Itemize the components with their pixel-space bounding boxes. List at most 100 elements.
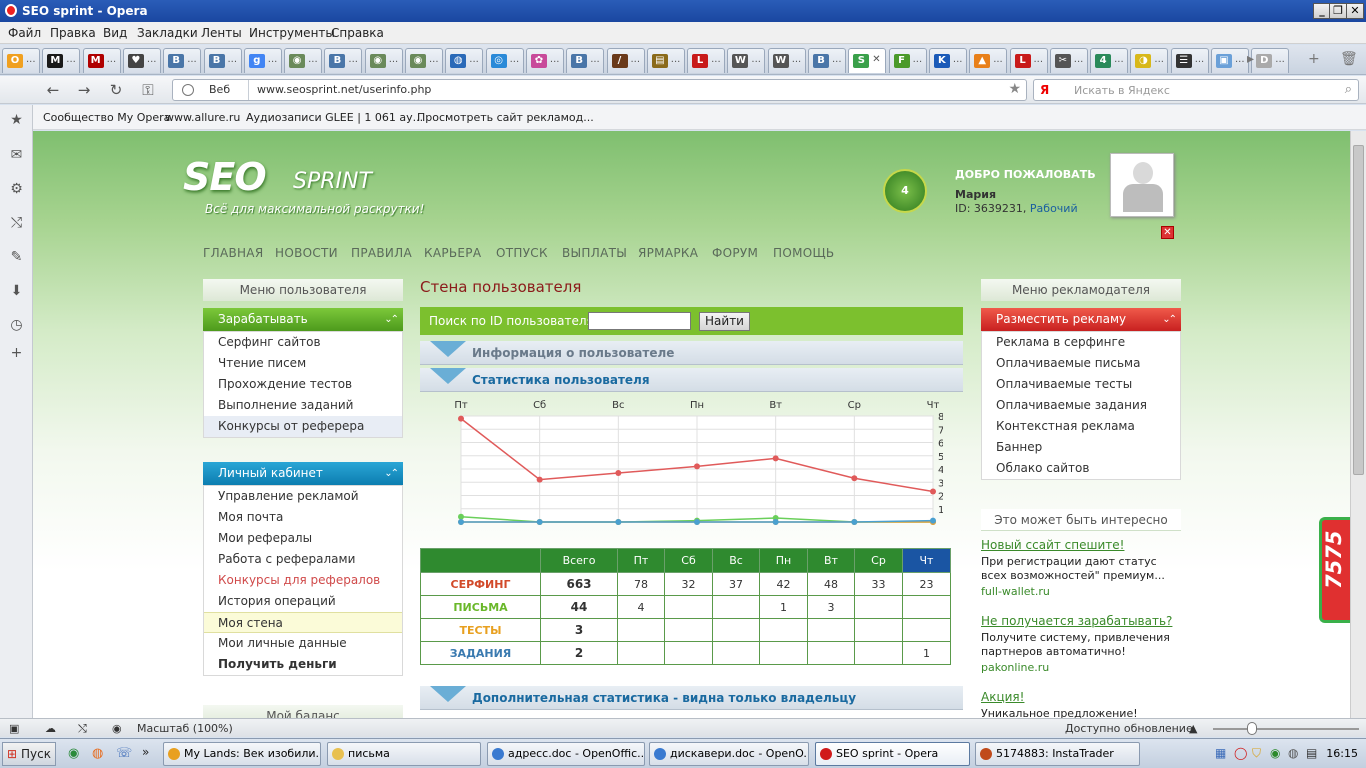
messenger-icon[interactable]: ☏ bbox=[116, 746, 132, 761]
menu-item-paid-letters[interactable]: Оплачиваемые письма bbox=[982, 353, 1180, 374]
menu-item-my-wall[interactable]: Моя стена bbox=[204, 612, 402, 633]
ad-2-link[interactable]: pakonline.ru bbox=[981, 661, 1049, 674]
taskbar-button[interactable]: My Lands: Век изобили... bbox=[163, 742, 321, 766]
mail-panel-icon[interactable]: ✉ bbox=[8, 147, 25, 164]
back-button[interactable]: ← bbox=[42, 80, 64, 100]
user-info-section[interactable]: Информация о пользователе bbox=[420, 341, 963, 365]
menu-item-paid-tasks[interactable]: Оплачиваемые задания bbox=[982, 395, 1180, 416]
search-field[interactable]: Я Искать в Яндекс ⌕ bbox=[1033, 79, 1359, 101]
maximize-button[interactable]: ❐ bbox=[1329, 3, 1347, 19]
collapse-icon[interactable]: ⌄⌃ bbox=[384, 308, 399, 331]
menu-item-referer-contests[interactable]: Конкурсы от реферера bbox=[204, 416, 402, 437]
browser-tab[interactable]: ◉... bbox=[364, 48, 403, 73]
browser-tab[interactable]: ▣... bbox=[1211, 48, 1249, 73]
close-tab-icon[interactable]: ✕ bbox=[872, 54, 880, 65]
add-panel-icon[interactable]: + bbox=[8, 345, 25, 362]
browser-tab[interactable]: B... bbox=[203, 48, 242, 73]
browser-tab[interactable]: W... bbox=[727, 48, 766, 73]
extra-stats-section[interactable]: Дополнительная статистика - видна только… bbox=[420, 686, 963, 710]
bookmark-glee-audio[interactable]: Аудиозаписи GLEE | 1 061 ау... bbox=[246, 111, 423, 124]
menu-item-personal-data[interactable]: Мои личные данные bbox=[204, 633, 402, 654]
expand-triangle-icon[interactable] bbox=[430, 368, 466, 384]
firefox-icon[interactable]: ◍ bbox=[92, 746, 103, 761]
history-panel-icon[interactable]: ◷ bbox=[8, 317, 25, 334]
scrollbar-thumb[interactable] bbox=[1353, 145, 1364, 475]
browser-tab[interactable]: ◉... bbox=[284, 48, 323, 73]
browser-tab[interactable]: M... bbox=[42, 48, 81, 73]
zoom-level[interactable]: Масштаб (100%) bbox=[137, 722, 233, 735]
nav-career[interactable]: КАРЬЕРА bbox=[424, 246, 481, 260]
expand-triangle-icon[interactable] bbox=[430, 686, 466, 702]
search-icon[interactable]: ⌕ bbox=[1345, 82, 1352, 97]
menu-item-ad-management[interactable]: Управление рекламой bbox=[204, 486, 402, 507]
cabinet-menu-header[interactable]: Личный кабинет ⌄⌃ bbox=[203, 462, 403, 485]
menu-item-referral-contests[interactable]: Конкурсы для рефералов bbox=[204, 570, 402, 591]
browser-tab[interactable]: ♥... bbox=[122, 48, 161, 73]
start-button[interactable]: ⊞ Пуск bbox=[2, 742, 56, 766]
tray-sound-icon[interactable]: ◍ bbox=[1288, 746, 1298, 760]
browser-tab[interactable]: D... bbox=[1251, 48, 1290, 73]
browser-tab[interactable]: ▲... bbox=[969, 48, 1008, 73]
earn-menu-header[interactable]: Зарабатывать ⌄⌃ bbox=[203, 308, 403, 331]
tray-app-icon[interactable]: ◉ bbox=[1270, 746, 1280, 760]
user-stats-section[interactable]: Статистика пользователя bbox=[420, 368, 963, 392]
browser-tab[interactable]: L... bbox=[687, 48, 726, 73]
ad-1-title[interactable]: Новый ссайт спешите! bbox=[981, 538, 1124, 552]
browser-tab[interactable]: 4... bbox=[1090, 48, 1129, 73]
ad-1-link[interactable]: full-wallet.ru bbox=[981, 585, 1050, 598]
taskbar-button[interactable]: 5174883: InstaTrader bbox=[975, 742, 1140, 766]
browser-tab[interactable]: F... bbox=[888, 48, 927, 73]
browser-tab[interactable]: ◑... bbox=[1130, 48, 1169, 73]
update-arrow-icon[interactable]: ▲ bbox=[1189, 722, 1197, 735]
menu-item-site-cloud[interactable]: Облако сайтов bbox=[982, 458, 1180, 479]
nav-help[interactable]: ПОМОЩЬ bbox=[773, 246, 834, 260]
place-ad-header[interactable]: Разместить рекламу ⌄⌃ bbox=[981, 308, 1181, 331]
new-tab-icon[interactable]: + bbox=[1308, 51, 1320, 67]
zoom-slider[interactable] bbox=[1213, 728, 1359, 730]
forward-button[interactable]: → bbox=[73, 80, 95, 100]
menu-view[interactable]: Вид bbox=[103, 26, 127, 40]
notes-panel-icon[interactable]: ✎ bbox=[8, 249, 25, 266]
share-panel-icon[interactable]: ⤭ bbox=[8, 215, 25, 232]
browser-tab[interactable]: O... bbox=[2, 48, 40, 73]
browser-tab[interactable]: K... bbox=[928, 48, 967, 73]
menu-item-my-referrals[interactable]: Мои рефералы bbox=[204, 528, 402, 549]
nav-vacation[interactable]: ОТПУСК bbox=[496, 246, 548, 260]
close-icon[interactable]: ✕ bbox=[1161, 226, 1174, 239]
browser-tab[interactable]: S ✕ bbox=[848, 48, 887, 73]
reload-button[interactable]: ↻ bbox=[105, 80, 127, 100]
collapse-icon[interactable]: ⌄⌃ bbox=[384, 462, 399, 485]
browser-tab[interactable]: B... bbox=[163, 48, 202, 73]
tray-shield-icon[interactable]: ⛉ bbox=[1252, 746, 1261, 761]
menu-item-context-ads[interactable]: Контекстная реклама bbox=[982, 416, 1180, 437]
find-button[interactable]: Найти bbox=[699, 312, 750, 331]
menu-item-referral-work[interactable]: Работа с рефералами bbox=[204, 549, 402, 570]
user-status-link[interactable]: Рабочий bbox=[1030, 202, 1078, 215]
turbo-icon[interactable]: ⤭ bbox=[78, 722, 87, 736]
speed-dial-icon[interactable]: ◉ bbox=[112, 722, 122, 735]
nav-rules[interactable]: ПРАВИЛА bbox=[351, 246, 412, 260]
user-id-input[interactable] bbox=[588, 312, 691, 330]
downloads-panel-icon[interactable]: ⬇ bbox=[8, 283, 25, 300]
browser-tab[interactable]: L... bbox=[1009, 48, 1048, 73]
close-window-button[interactable]: ✕ bbox=[1346, 3, 1364, 19]
browser-tab[interactable]: /... bbox=[606, 48, 645, 73]
menu-item-surfing[interactable]: Серфинг сайтов bbox=[204, 332, 402, 353]
panel-toggle-icon[interactable]: ▣ bbox=[9, 722, 19, 735]
nav-payouts[interactable]: ВЫПЛАТЫ bbox=[562, 246, 627, 260]
cloud-icon[interactable]: ☁ bbox=[45, 722, 56, 735]
page-scrollbar[interactable] bbox=[1350, 131, 1366, 718]
taskbar-button[interactable]: дискавери.doc - OpenO... bbox=[649, 742, 809, 766]
browser-tab[interactable]: W... bbox=[767, 48, 806, 73]
browser-tab[interactable]: g... bbox=[243, 48, 282, 73]
collapse-icon[interactable]: ⌄⌃ bbox=[1162, 308, 1177, 331]
menu-item-tasks[interactable]: Выполнение заданий bbox=[204, 395, 402, 416]
quicklaunch-icon[interactable]: ◉ bbox=[68, 746, 79, 761]
tab-scroll-arrow-icon[interactable]: ▸ bbox=[1247, 51, 1254, 67]
menu-feeds[interactable]: Ленты bbox=[201, 26, 242, 40]
settings-panel-icon[interactable]: ⚙ bbox=[8, 181, 25, 198]
nav-fair[interactable]: ЯРМАРКА bbox=[638, 246, 698, 260]
menu-item-letters[interactable]: Чтение писем bbox=[204, 353, 402, 374]
bookmark-my-opera[interactable]: Сообщество My Opera bbox=[43, 111, 170, 124]
update-available[interactable]: Доступно обновление bbox=[1065, 722, 1193, 735]
